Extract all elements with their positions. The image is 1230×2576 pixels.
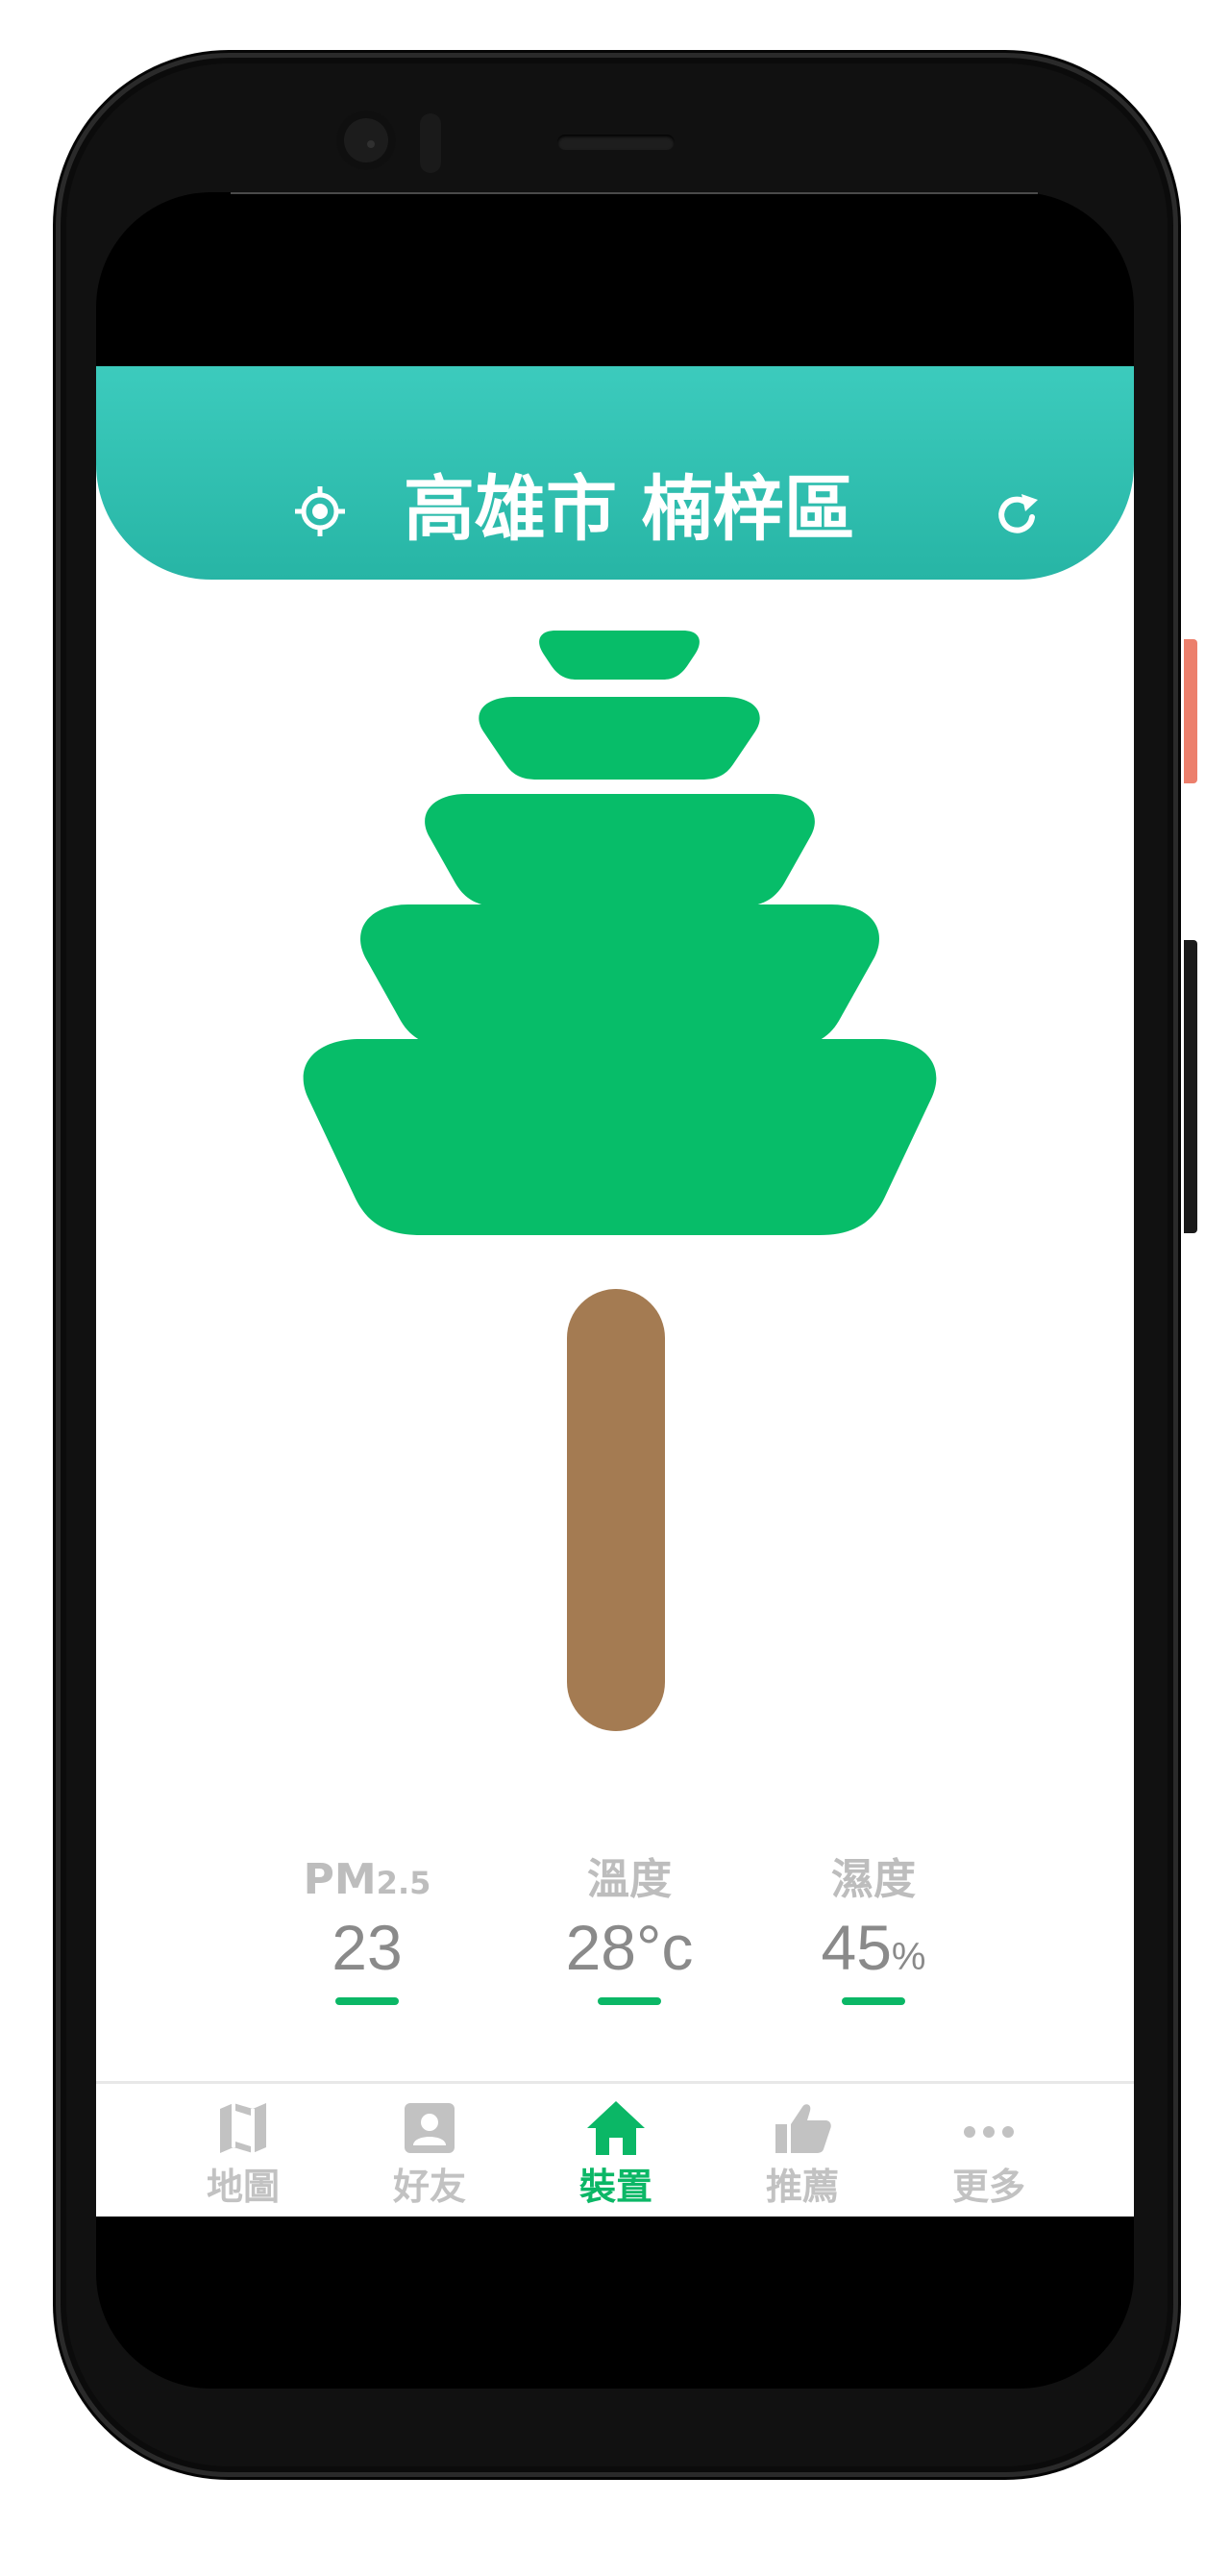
pm25-label: PM2.5: [271, 1851, 463, 1909]
bottom-nav: 地圖 好友 裝置 推薦 更多: [96, 2084, 1134, 2217]
nav-label-more: 更多: [951, 2166, 1025, 2208]
camera-lens: [367, 140, 375, 148]
pm25-underline: [335, 1997, 399, 2005]
screen-edge: [231, 192, 1038, 194]
nav-label-recommend: 推薦: [765, 2166, 839, 2208]
nav-label-map: 地圖: [206, 2166, 280, 2208]
nav-label-device: 裝置: [578, 2166, 652, 2208]
earpiece-speaker: [557, 135, 675, 150]
foliage-tier-5: [303, 1039, 937, 1235]
foliage-tier-4: [360, 904, 879, 1047]
temperature-unit: °c: [636, 1912, 694, 1983]
home-icon: [587, 2101, 645, 2155]
tree-trunk: [567, 1289, 665, 1731]
temperature-underline: [598, 1997, 661, 2005]
map-icon: [220, 2103, 266, 2153]
humidity-value: 45: [821, 1912, 892, 1983]
temperature-label: 溫度: [587, 1855, 672, 1904]
side-button: [1184, 639, 1197, 783]
humidity-value-row: 45%: [777, 1909, 970, 1986]
nav-item-recommend[interactable]: 推薦: [730, 2084, 874, 2217]
pm25-value: 23: [332, 1912, 403, 1983]
pm25-stat: PM2.5 23: [271, 1851, 463, 2005]
nav-item-friends[interactable]: 好友: [357, 2084, 502, 2217]
temperature-value: 28: [565, 1912, 636, 1983]
nav-item-more[interactable]: 更多: [917, 2084, 1061, 2217]
more-dots-icon: [964, 2126, 1014, 2138]
proximity-sensor: [420, 113, 441, 173]
pm25-label-main: PM: [303, 1855, 377, 1904]
humidity-label: 濕度: [831, 1855, 916, 1904]
humidity-stat: 濕度 45%: [777, 1851, 970, 2005]
pm25-label-sub: 2.5: [376, 1865, 431, 1901]
foliage-tier-1: [539, 631, 700, 680]
tree-foliage: [303, 631, 937, 1235]
foliage-tier-2: [479, 697, 760, 780]
nav-item-map[interactable]: 地圖: [171, 2084, 315, 2217]
nav-label-friends: 好友: [392, 2166, 466, 2208]
nav-item-device[interactable]: 裝置: [544, 2084, 688, 2217]
humidity-underline: [842, 1997, 905, 2005]
contact-icon: [405, 2103, 455, 2153]
pm25-value-row: 23: [271, 1909, 463, 1986]
side-button: [1184, 940, 1197, 1233]
thumbs-up-icon: [775, 2104, 831, 2153]
tree-illustration: [303, 631, 937, 1731]
app-screen: 高雄市 楠梓區 PM2.5 23 溫度 28°c 濕度 45% 地圖 好友 裝置…: [96, 366, 1134, 2217]
temperature-stat: 溫度 28°c: [533, 1851, 726, 2005]
front-camera: [336, 111, 396, 170]
foliage-tier-3: [425, 794, 815, 906]
temperature-value-row: 28°c: [533, 1909, 726, 1986]
humidity-unit: %: [891, 1936, 926, 1978]
